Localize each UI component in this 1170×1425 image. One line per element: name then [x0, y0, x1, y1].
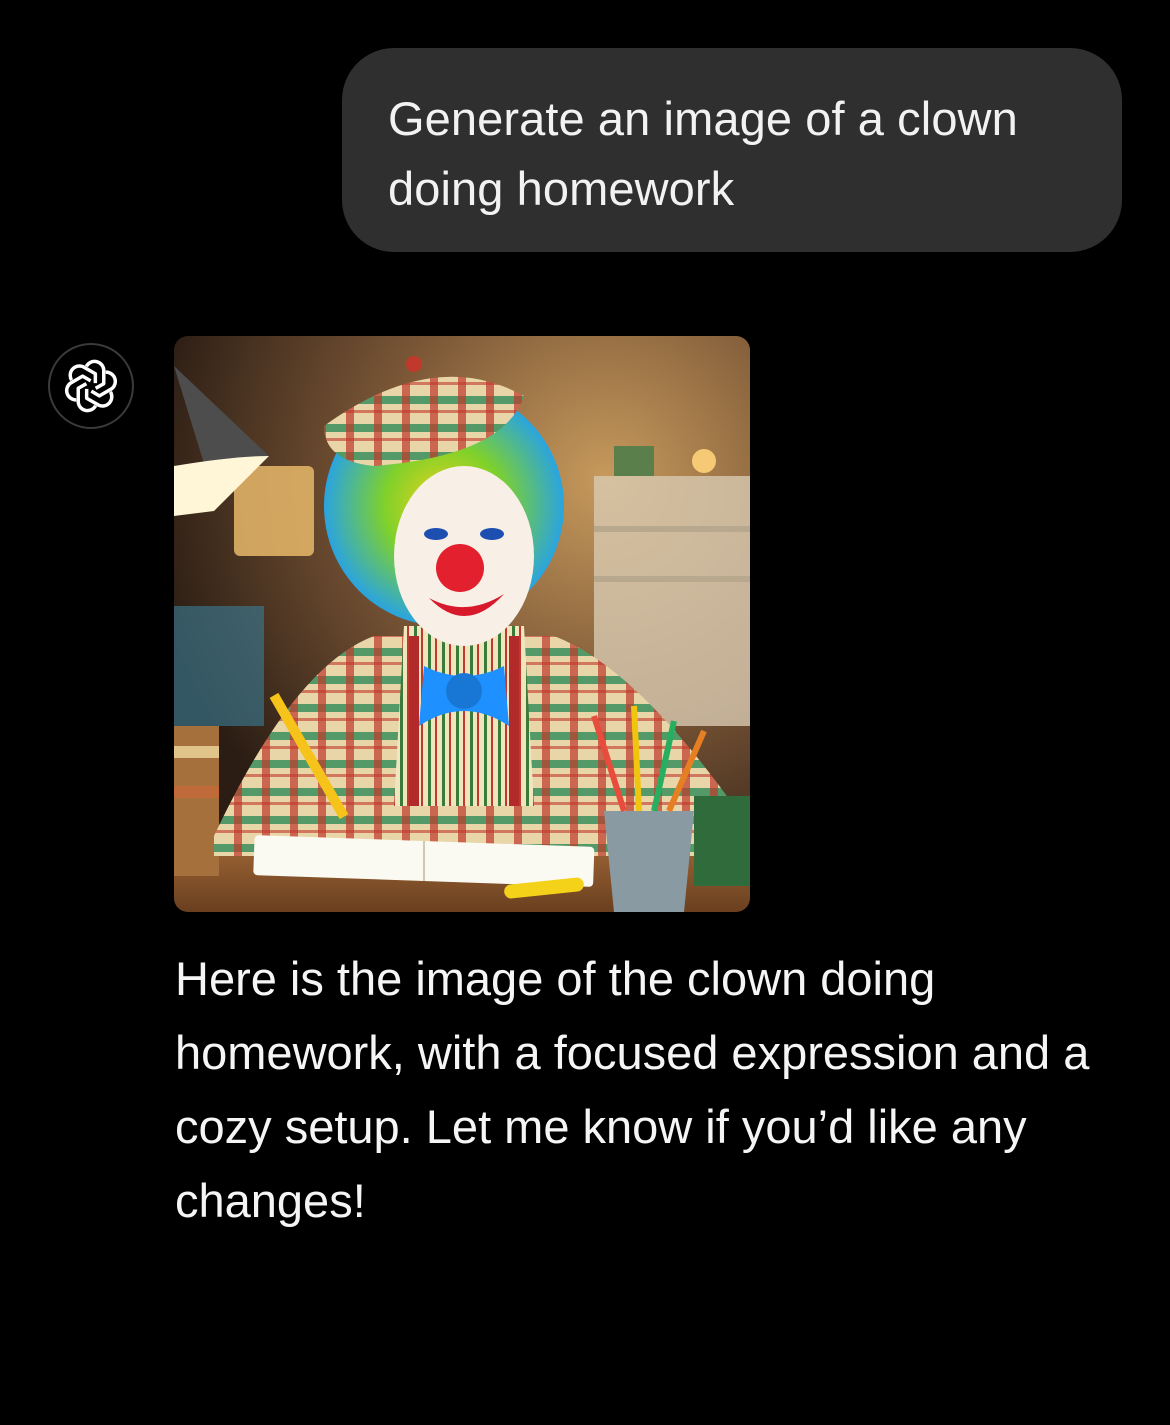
- openai-logo-icon: [64, 359, 118, 413]
- user-message-bubble: Generate an image of a clown doing homew…: [342, 48, 1122, 252]
- assistant-avatar: [48, 343, 134, 429]
- assistant-reply-text: Here is the image of the clown doing hom…: [175, 952, 1090, 1227]
- generated-image[interactable]: [174, 336, 750, 912]
- user-message-text: Generate an image of a clown doing homew…: [388, 92, 1018, 215]
- clown-illustration: [174, 336, 750, 912]
